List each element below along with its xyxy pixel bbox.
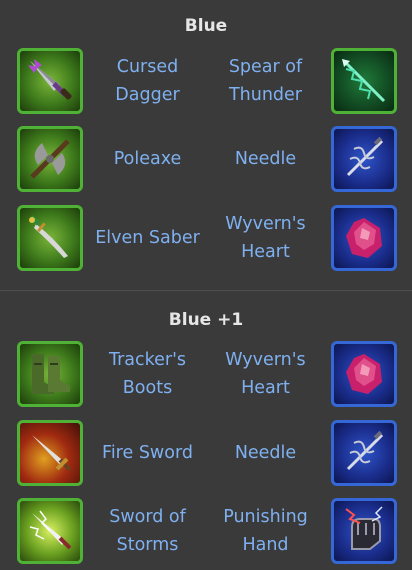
- item-name: Fire Sword: [102, 443, 193, 463]
- recipe-row: Fire Sword Needle: [0, 418, 412, 488]
- fire-sword-icon[interactable]: [17, 420, 83, 486]
- item-name: Wyvern's Heart: [225, 214, 306, 262]
- recipe-row: Tracker's Boots Wyvern's Heart: [0, 339, 412, 409]
- section-title: Blue: [184, 16, 228, 36]
- recipe-section-blue-plus-1: Blue +1 Tracker's Boots Wyvern's Heart F…: [0, 290, 412, 570]
- section-title: Blue +1: [168, 310, 244, 330]
- spear-of-thunder-icon[interactable]: [331, 48, 397, 114]
- item-name: Poleaxe: [113, 149, 182, 169]
- needle-icon[interactable]: [331, 420, 397, 486]
- poleaxe-icon[interactable]: [17, 126, 83, 192]
- item-name: Spear of Thunder: [228, 57, 303, 105]
- item-name: Tracker's Boots: [108, 350, 187, 398]
- item-name: Elven Saber: [95, 228, 200, 248]
- recipe-section-blue: Blue Cursed Dagger Spear of Thunder Pole…: [0, 0, 412, 290]
- wyverns-heart-icon[interactable]: [331, 341, 397, 407]
- needle-icon[interactable]: [331, 126, 397, 192]
- wyverns-heart-icon[interactable]: [331, 205, 397, 271]
- recipe-row: Poleaxe Needle: [0, 124, 412, 194]
- recipe-row: Sword of Storms Punishing Hand: [0, 496, 412, 566]
- item-name: Needle: [234, 149, 297, 169]
- sword-of-storms-icon[interactable]: [17, 498, 83, 564]
- item-name: Punishing Hand: [223, 507, 308, 555]
- elven-saber-icon[interactable]: [17, 205, 83, 271]
- item-name: Needle: [234, 443, 297, 463]
- item-name: Cursed Dagger: [115, 57, 180, 105]
- item-name: Wyvern's Heart: [225, 350, 306, 398]
- punishing-hand-icon[interactable]: [331, 498, 397, 564]
- trackers-boots-icon[interactable]: [17, 341, 83, 407]
- cursed-dagger-icon[interactable]: [17, 48, 83, 114]
- recipe-row: Elven Saber Wyvern's Heart: [0, 203, 412, 273]
- recipe-row: Cursed Dagger Spear of Thunder: [0, 46, 412, 116]
- item-name: Sword of Storms: [109, 507, 186, 555]
